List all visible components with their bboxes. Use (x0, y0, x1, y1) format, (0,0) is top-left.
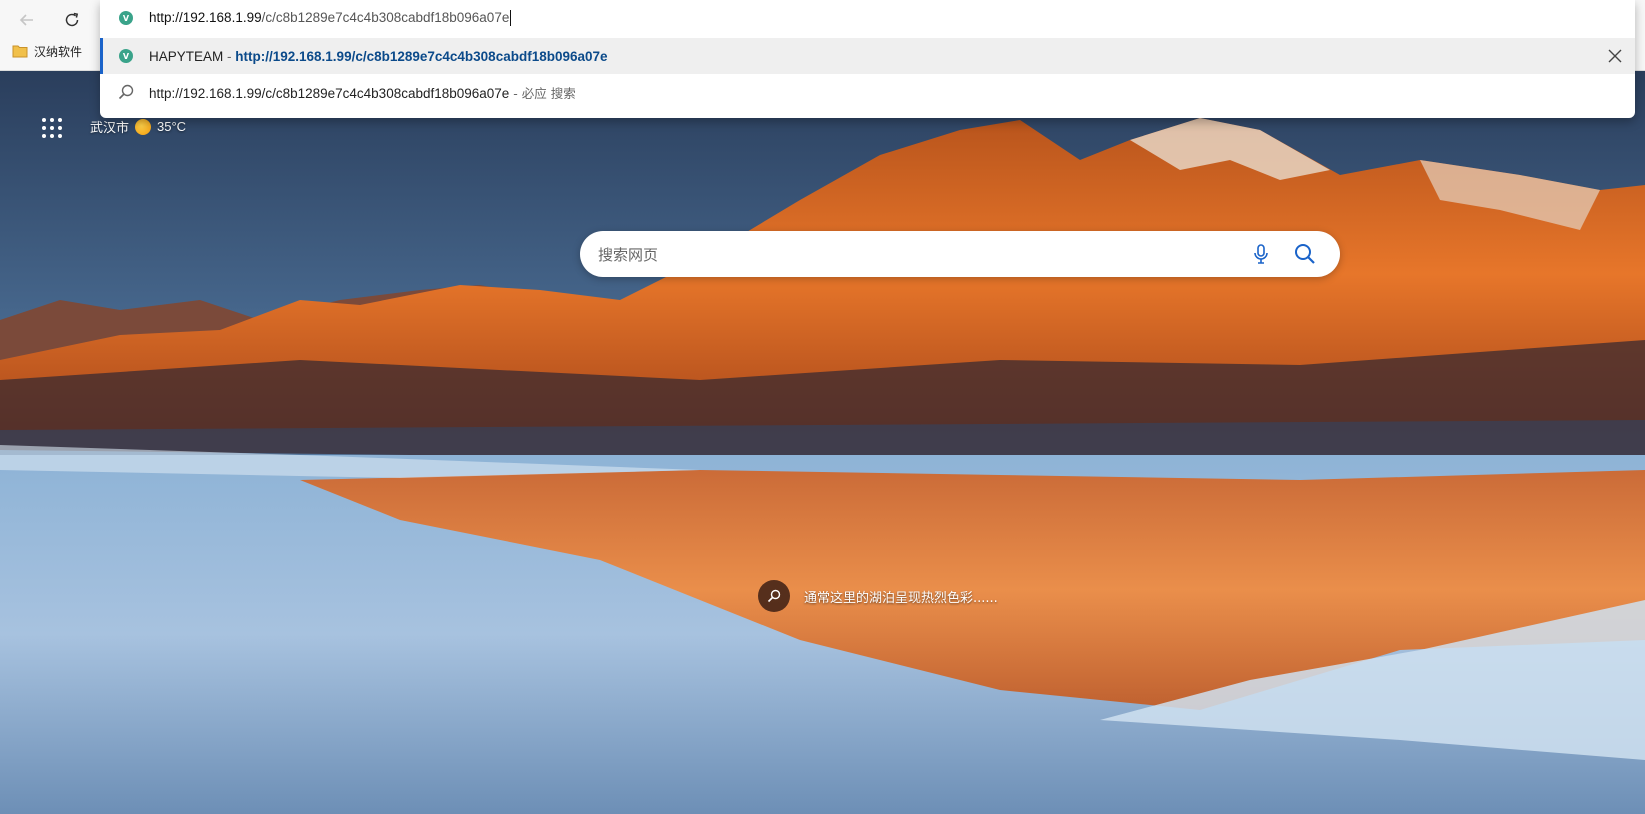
apps-launcher-button[interactable] (40, 116, 64, 140)
reload-button[interactable] (56, 6, 88, 34)
suggestion-search[interactable]: http://192.168.1.99/c/c8b1289e7c4c4b308c… (100, 74, 1635, 110)
suggestion-site-text: HAPYTEAM - http://192.168.1.99/c/c8b1289… (149, 49, 608, 64)
bookmark-folder-label: 汉纳软件 (34, 44, 83, 59)
site-favicon-icon: V (119, 11, 133, 25)
background-caption-text: 通常这里的湖泊呈现热烈色彩...... (804, 590, 998, 606)
weather-city: 武汉市 (90, 121, 130, 136)
web-search-input[interactable] (596, 231, 1200, 279)
suggestion-site[interactable]: V HAPYTEAM - http://192.168.1.99/c/c8b12… (100, 38, 1635, 74)
image-search-icon (758, 580, 790, 612)
suggestion-site-name: HAPYTEAM (149, 48, 224, 64)
remove-suggestion-button[interactable] (1603, 44, 1627, 68)
weather-widget[interactable]: 武汉市 35°C (90, 117, 186, 136)
suggestion-site-url: http://192.168.1.99/c/c8b1289e7c4c4b308c… (235, 48, 608, 64)
weather-temperature: 35°C (157, 119, 187, 134)
web-search-box (580, 231, 1340, 279)
reload-icon (65, 12, 79, 27)
site-favicon-icon: V (119, 49, 133, 63)
address-bar-dropdown: V http://192.168.1.99/c/c8b1289e7c4c4b30… (100, 0, 1635, 118)
microphone-icon (1254, 244, 1268, 264)
text-caret (510, 10, 512, 27)
background-landscape-image (0, 0, 1645, 814)
suggestion-search-text: http://192.168.1.99/c/c8b1289e7c4c4b308c… (149, 83, 576, 102)
back-button[interactable] (11, 6, 43, 34)
arrow-left-icon (19, 14, 33, 26)
suggestion-search-engine: - 必应 搜索 (509, 85, 576, 101)
bookmark-folder[interactable]: 汉纳软件 (12, 40, 82, 62)
background-caption[interactable]: 通常这里的湖泊呈现热烈色彩...... (758, 580, 998, 612)
address-input[interactable]: V http://192.168.1.99/c/c8b1289e7c4c4b30… (100, 0, 1635, 36)
suggestion-separator: - (223, 48, 236, 64)
sun-icon (135, 118, 152, 135)
close-icon (1608, 49, 1622, 63)
grid-icon (42, 118, 62, 138)
voice-search-button[interactable] (1250, 243, 1272, 265)
search-submit-button[interactable] (1293, 242, 1317, 266)
search-icon (118, 84, 134, 100)
url-host: http://192.168.1.99 (149, 9, 262, 25)
address-input-text: http://192.168.1.99/c/c8b1289e7c4c4b308c… (149, 9, 512, 27)
search-icon (1295, 244, 1315, 264)
url-path: /c/c8b1289e7c4c4b308cabdf18b096a07e (261, 9, 510, 25)
suggestion-search-query: http://192.168.1.99/c/c8b1289e7c4c4b308c… (149, 85, 510, 101)
folder-icon (12, 45, 28, 58)
